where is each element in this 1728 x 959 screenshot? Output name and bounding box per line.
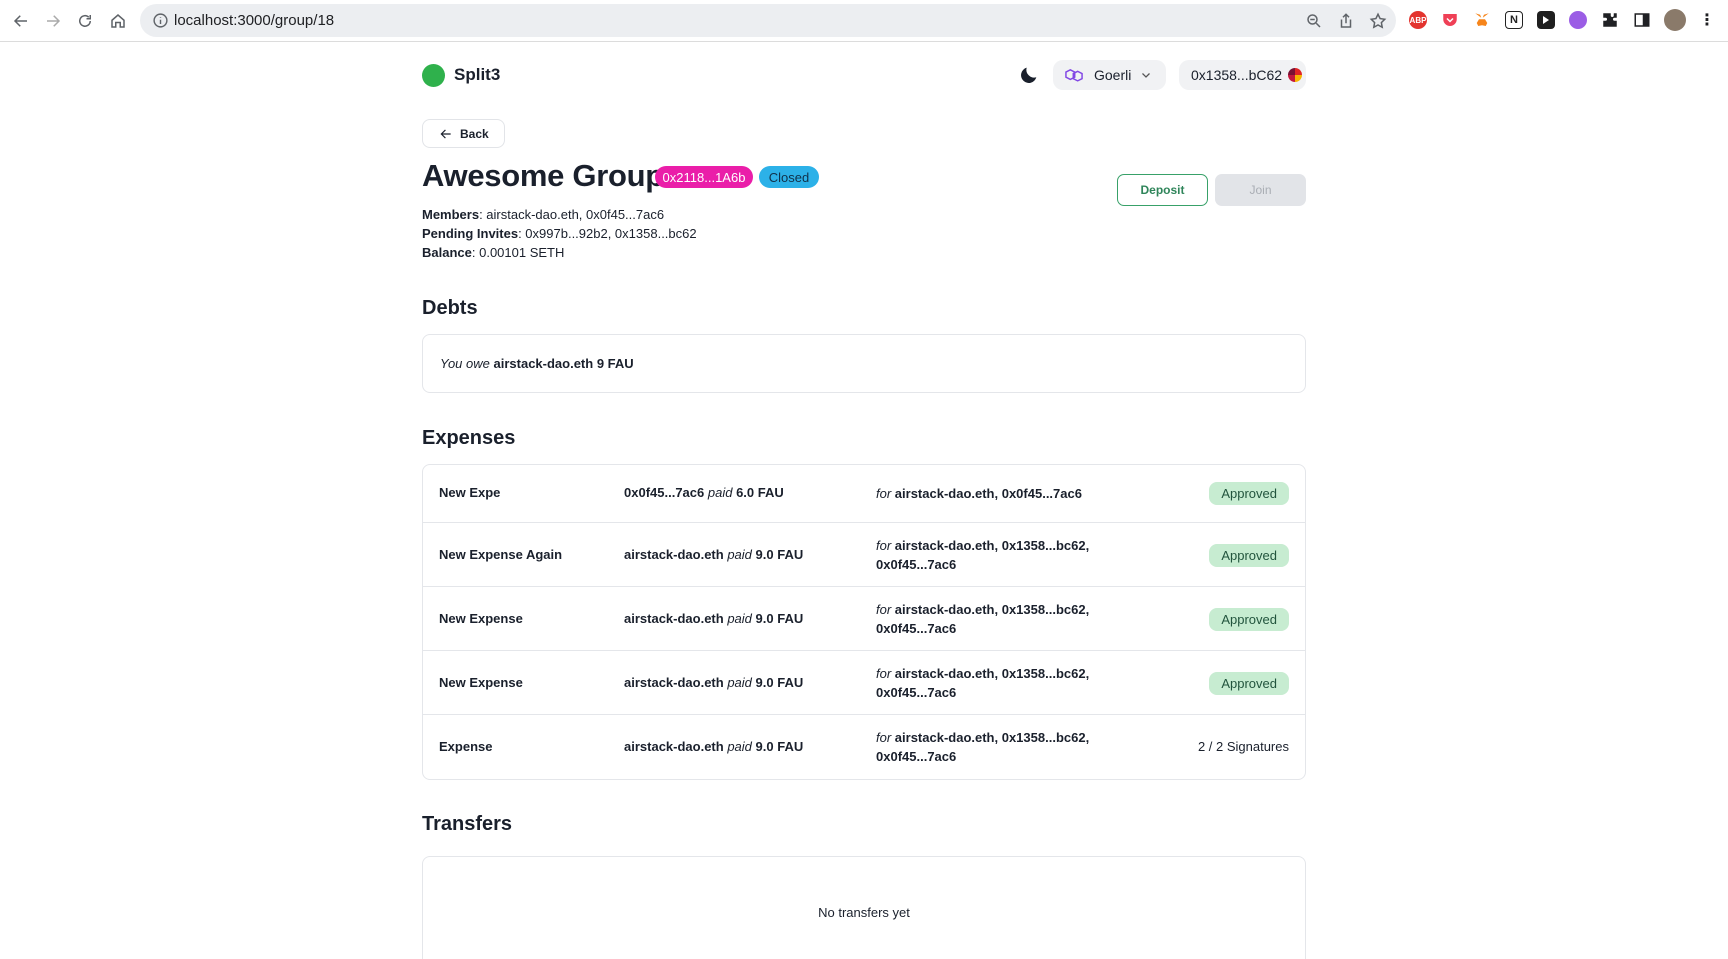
share-icon[interactable] xyxy=(1337,12,1355,30)
group-address-badge: 0x2118...1A6b xyxy=(655,166,753,188)
balance-key: Balance xyxy=(422,245,472,260)
expense-for: for airstack-dao.eth, 0x1358...bc62, 0x0f… xyxy=(876,666,1090,700)
account-label: 0x1358...bC62 xyxy=(1191,67,1283,83)
notion-icon[interactable]: N xyxy=(1505,11,1523,29)
expense-row[interactable]: New Expense airstack-dao.eth paid 9.0 FA… xyxy=(423,586,1305,650)
account-avatar xyxy=(1288,68,1303,82)
expense-name: New Expense xyxy=(439,611,523,626)
debt-line: You owe airstack-dao.eth 9 FAU xyxy=(440,356,634,371)
status-badge-approved: Approved xyxy=(1209,672,1289,695)
profile-avatar[interactable] xyxy=(1664,9,1686,31)
network-label: Goerli xyxy=(1094,67,1132,83)
pocket-icon[interactable] xyxy=(1441,11,1459,29)
expense-for: for airstack-dao.eth, 0x1358...bc62, 0x0f… xyxy=(876,538,1090,572)
status-badge-approved: Approved xyxy=(1209,608,1289,631)
status-badge: Closed xyxy=(759,166,819,188)
debt-prefix: You owe xyxy=(440,356,490,371)
expense-for: for airstack-dao.eth, 0x1358...bc62, 0x0f… xyxy=(876,602,1090,636)
expense-for: for airstack-dao.eth, 0x0f45...7ac6 xyxy=(876,486,1082,501)
account-button[interactable]: 0x1358...bC62 xyxy=(1179,60,1306,90)
expense-row[interactable]: Expense airstack-dao.eth paid 9.0 FAU fo… xyxy=(423,714,1305,779)
debts-heading: Debts xyxy=(422,297,478,319)
app-name[interactable]: Split3 xyxy=(454,65,500,85)
expense-name: Expense xyxy=(439,739,493,754)
status-badge-approved: Approved xyxy=(1209,482,1289,505)
chevron-down-icon xyxy=(1142,73,1151,78)
back-label: Back xyxy=(460,126,489,141)
metamask-icon[interactable] xyxy=(1473,11,1491,29)
browser-toolbar: localhost:3000/group/18 ABP N ⋮ xyxy=(0,0,1728,42)
transfers-heading: Transfers xyxy=(422,813,513,835)
dark-mode-toggle-icon[interactable] xyxy=(1018,64,1040,86)
debts-card: You owe airstack-dao.eth 9 FAU xyxy=(422,334,1306,393)
expense-paid: airstack-dao.eth paid 9.0 FAU xyxy=(624,547,804,562)
polygon-icon xyxy=(1065,69,1083,82)
expense-paid: airstack-dao.eth paid 9.0 FAU xyxy=(624,739,804,754)
transfers-card: No transfers yet xyxy=(422,856,1306,959)
members-value: : airstack-dao.eth, 0x0f45...7ac6 xyxy=(479,207,665,222)
expense-row[interactable]: New Expense Again airstack-dao.eth paid … xyxy=(423,522,1305,586)
expense-paid: 0x0f45...7ac6 paid 6.0 FAU xyxy=(624,485,784,500)
back-arrow-icon[interactable] xyxy=(8,8,34,34)
pending-value: : 0x997b...92b2, 0x1358...bc62 xyxy=(518,226,697,241)
arrow-left-icon xyxy=(440,129,451,138)
status-badge-approved: Approved xyxy=(1209,544,1289,567)
address-bar[interactable]: localhost:3000/group/18 xyxy=(140,4,1396,37)
expense-name: New Expense xyxy=(439,675,523,690)
purple-ext-icon[interactable] xyxy=(1569,11,1587,29)
debt-target: airstack-dao.eth 9 FAU xyxy=(493,356,634,371)
pending-key: Pending Invites xyxy=(422,226,519,241)
abp-icon[interactable]: ABP xyxy=(1409,11,1427,29)
signature-status: 2 / 2 Signatures xyxy=(1197,739,1289,754)
cursor-ext-icon[interactable] xyxy=(1537,11,1555,29)
expense-name: New Expe xyxy=(439,485,501,500)
reload-icon[interactable] xyxy=(72,8,98,34)
expense-paid: airstack-dao.eth paid 9.0 FAU xyxy=(624,675,804,690)
zoom-icon[interactable] xyxy=(1305,12,1323,30)
members-line: Members: airstack-dao.eth, 0x0f45...7ac6 xyxy=(422,207,664,222)
deposit-button[interactable]: Deposit xyxy=(1117,174,1208,206)
forward-arrow-icon[interactable] xyxy=(40,8,66,34)
page-title: Awesome Group xyxy=(422,158,664,193)
bookmark-star-icon[interactable] xyxy=(1369,12,1387,30)
url-text[interactable]: localhost:3000/group/18 xyxy=(174,12,334,29)
back-button[interactable]: Back xyxy=(422,119,505,148)
more-menu-icon[interactable]: ⋮ xyxy=(1698,11,1716,29)
balance-line: Balance: 0.00101 SETH xyxy=(422,245,564,260)
members-key: Members xyxy=(422,207,480,222)
expense-row[interactable]: New Expe 0x0f45...7ac6 paid 6.0 FAU for … xyxy=(423,465,1305,522)
expense-row[interactable]: New Expense airstack-dao.eth paid 9.0 FA… xyxy=(423,650,1305,714)
empty-state-text: No transfers yet xyxy=(818,905,910,920)
expenses-heading: Expenses xyxy=(422,427,516,449)
expenses-card: New Expe 0x0f45...7ac6 paid 6.0 FAU for … xyxy=(422,464,1306,780)
site-info-icon[interactable] xyxy=(152,12,169,29)
sidepanel-icon[interactable] xyxy=(1633,11,1651,29)
expense-for: for airstack-dao.eth, 0x1358...bc62, 0x0f… xyxy=(876,730,1090,764)
expense-paid: airstack-dao.eth paid 9.0 FAU xyxy=(624,611,804,626)
expense-name: New Expense Again xyxy=(439,547,563,562)
balance-value: : 0.00101 SETH xyxy=(471,245,565,260)
puzzle-icon[interactable] xyxy=(1601,11,1619,29)
network-selector[interactable]: Goerli xyxy=(1053,60,1166,90)
pending-invites-line: Pending Invites: 0x997b...92b2, 0x1358..… xyxy=(422,226,697,241)
logo-icon[interactable] xyxy=(422,64,445,87)
home-icon[interactable] xyxy=(105,8,131,34)
join-button[interactable]: Join xyxy=(1215,174,1306,206)
